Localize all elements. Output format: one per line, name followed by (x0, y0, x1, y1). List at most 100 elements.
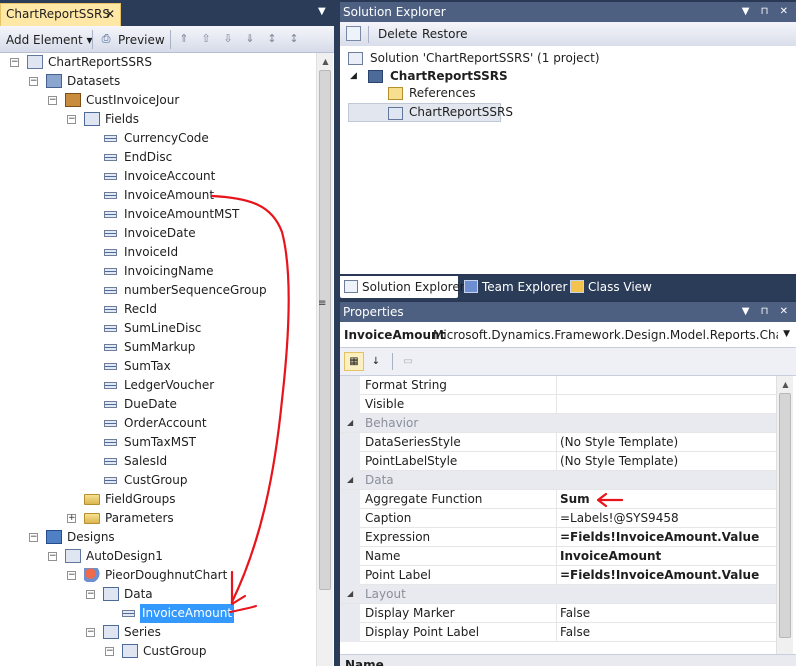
property-row[interactable]: Format String (340, 376, 776, 395)
tab-class-view[interactable]: Class View (566, 276, 656, 298)
property-row[interactable]: Expression =Fields!InvoiceAmount.Value (340, 528, 776, 547)
tab-solution-explorer[interactable]: Solution Explorer (340, 276, 465, 298)
field-label: InvoiceAmountMST (124, 207, 240, 221)
property-value[interactable]: Sum (560, 490, 590, 508)
tree-node-label: Series (124, 625, 161, 639)
property-pages-icon[interactable]: ▭ (398, 352, 418, 371)
add-element-button[interactable]: Add Element ▾ (6, 30, 93, 50)
field-icon (104, 439, 117, 446)
pie-chart-icon (84, 568, 100, 582)
scroll-up-icon[interactable]: ▲ (777, 376, 794, 393)
tree-scrollbar[interactable]: ▲ (316, 53, 333, 666)
property-row[interactable]: Visible (340, 395, 776, 414)
report-designer-pane: ChartReportSSRS ✕ ▼ Add Element ▾ ⎙ Prev… (0, 0, 334, 666)
toolbar-separator (368, 26, 369, 43)
property-row[interactable]: Caption =Labels!@SYS9458 (340, 509, 776, 528)
object-selector[interactable]: InvoiceAmount Microsoft.Dynamics.Framewo… (340, 322, 796, 348)
dropdown-arrow-icon[interactable]: ▼ (318, 6, 326, 17)
column-divider (556, 490, 557, 509)
collapse-icon[interactable]: − (86, 628, 95, 637)
category-row[interactable]: ◢ Behavior (340, 414, 776, 433)
scroll-up-icon[interactable]: ▲ (317, 53, 334, 70)
property-row[interactable]: Point Label =Fields!InvoiceAmount.Value (340, 566, 776, 585)
collapse-icon[interactable]: − (67, 115, 76, 124)
property-row[interactable]: DataSeriesStyle (No Style Template) (340, 433, 776, 452)
property-value[interactable]: =Labels!@SYS9458 (560, 509, 679, 527)
collapse-icon[interactable]: ◢ (347, 414, 353, 432)
collapse-icon[interactable]: − (10, 58, 19, 67)
row-gutter (340, 528, 360, 547)
collapse-icon[interactable]: ◢ (347, 585, 353, 603)
property-value[interactable]: InvoiceAmount (560, 547, 661, 565)
field-label: RecId (124, 302, 157, 316)
move-down-icon[interactable]: ⇩ (221, 32, 235, 46)
property-name: Expression (365, 530, 431, 544)
preview-button[interactable]: Preview (118, 30, 165, 50)
move-top-icon[interactable]: ⇑ (177, 32, 191, 46)
tab-label: Team Explorer (482, 280, 568, 294)
delete-button[interactable]: Delete (378, 24, 417, 44)
move-up-icon[interactable]: ⇧ (199, 32, 213, 46)
scroll-thumb[interactable] (779, 393, 791, 638)
category-row[interactable]: ◢ Layout (340, 585, 776, 604)
property-name: Caption (365, 511, 412, 525)
property-name: Display Marker (365, 606, 455, 620)
close-icon[interactable]: ✕ (105, 7, 115, 21)
tree-node-label: CustGroup (143, 644, 207, 658)
window-buttons[interactable]: ▼ ⊓ ✕ (742, 2, 792, 22)
properties-toolbar: ▦ ↓ ▭ (340, 348, 796, 376)
tab-chartreportssrs[interactable]: ChartReportSSRS ✕ (0, 3, 121, 26)
sort-ascending-icon[interactable]: ↕ (265, 32, 279, 46)
collapse-icon[interactable]: − (29, 533, 38, 542)
folder-icon (84, 494, 100, 505)
tree-node-label: Parameters (105, 511, 174, 525)
field-icon (104, 401, 117, 408)
description-title: Name (345, 658, 384, 666)
property-value[interactable]: (No Style Template) (560, 433, 678, 451)
collapse-icon[interactable]: − (29, 77, 38, 86)
window-buttons[interactable]: ▼ ⊓ ✕ (742, 302, 792, 322)
sort-descending-icon[interactable]: ↕ (287, 32, 301, 46)
collapse-icon[interactable]: − (67, 571, 76, 580)
property-row[interactable]: PointLabelStyle (No Style Template) (340, 452, 776, 471)
tree-node-label: AutoDesign1 (86, 549, 163, 563)
move-bottom-icon[interactable]: ⇓ (243, 32, 257, 46)
tree-node-label: FieldGroups (105, 492, 176, 506)
property-value[interactable]: False (560, 604, 590, 622)
restore-button[interactable]: Restore (422, 24, 468, 44)
property-value[interactable]: =Fields!InvoiceAmount.Value (560, 528, 759, 546)
collapse-icon[interactable]: − (48, 552, 57, 561)
collapse-icon[interactable]: − (86, 590, 95, 599)
document-tabstrip: ChartReportSSRS ✕ ▼ (0, 0, 334, 26)
tree-node-label: Solution 'ChartReportSSRS' (1 project) (370, 51, 600, 65)
property-row[interactable]: Name InvoiceAmount (340, 547, 776, 566)
column-divider (556, 547, 557, 566)
panel-title: Properties (343, 305, 404, 319)
grid-scrollbar[interactable]: ▲ (776, 376, 793, 656)
expand-icon[interactable]: + (67, 514, 76, 523)
field-icon (104, 135, 117, 142)
collapse-icon[interactable]: − (48, 96, 57, 105)
property-row[interactable]: Display Marker False (340, 604, 776, 623)
collapse-icon[interactable]: ◢ (350, 67, 357, 86)
property-name: Visible (365, 397, 405, 411)
property-row[interactable]: Aggregate Function Sum (340, 490, 776, 509)
tab-team-explorer[interactable]: Team Explorer (460, 276, 568, 298)
property-row[interactable]: Display Point Label False (340, 623, 776, 642)
alphabetical-icon[interactable]: ↓ (366, 352, 386, 371)
collapse-icon[interactable]: − (105, 647, 114, 656)
scroll-thumb[interactable] (319, 70, 331, 590)
chevron-down-icon[interactable]: ▼ (783, 329, 790, 339)
category-row[interactable]: ◢ Data (340, 471, 776, 490)
splitter-grip-icon[interactable]: ≡ (318, 298, 328, 309)
property-value[interactable]: (No Style Template) (560, 452, 678, 470)
categorized-icon[interactable]: ▦ (344, 352, 364, 371)
property-value[interactable]: False (560, 623, 590, 641)
tree-node-label: Fields (105, 112, 139, 126)
properties-icon[interactable] (346, 26, 361, 41)
property-value[interactable]: =Fields!InvoiceAmount.Value (560, 566, 759, 584)
designer-toolbar: Add Element ▾ ⎙ Preview ⇑ ⇧ ⇩ ⇓ ↕ ↕ (0, 26, 334, 53)
collapse-icon[interactable]: ◢ (347, 471, 353, 489)
toolbar-separator (92, 30, 93, 49)
project-item-node[interactable]: ChartReportSSRS (348, 103, 513, 122)
